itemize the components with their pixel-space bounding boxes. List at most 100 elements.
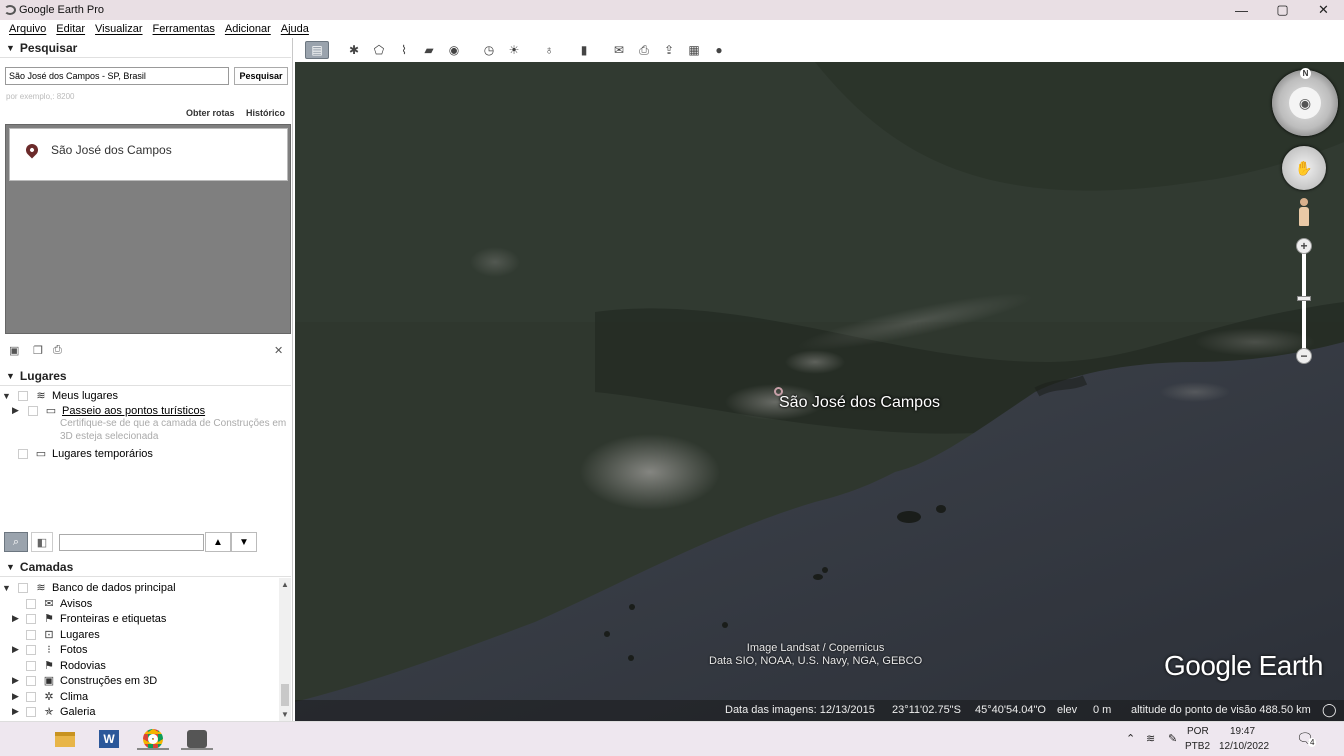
places-panel-header[interactable]: ▼ Lugares [0, 366, 291, 386]
email-icon[interactable]: ✉ [609, 41, 629, 59]
eye-icon[interactable]: ◉ [1289, 87, 1321, 119]
street-view-pegman-icon[interactable] [1298, 198, 1310, 226]
expand-arrow-icon[interactable]: ▶ [12, 613, 19, 624]
ruler-icon[interactable]: ▮ [574, 41, 594, 59]
search-input[interactable]: São José dos Campos - SP, Brasil [5, 67, 229, 85]
print-results-icon[interactable]: ⎙ [53, 344, 62, 357]
menu-arquivo[interactable]: Arquivo [9, 23, 46, 35]
google-earth-taskbar-icon[interactable] [181, 728, 213, 750]
checkbox[interactable] [26, 644, 36, 655]
polygon-icon[interactable]: ⬠ [369, 41, 389, 59]
add-folder-icon[interactable]: ▣ [9, 344, 19, 357]
tree-item-temporary[interactable]: ▭ Lugares temporários [2, 446, 153, 461]
checkbox[interactable] [26, 660, 36, 671]
panel-toggle-icon[interactable]: ◧ [31, 532, 53, 552]
clear-results-icon[interactable]: ✕ [274, 344, 283, 357]
checkbox[interactable] [26, 706, 36, 717]
checkbox[interactable] [26, 629, 36, 640]
zoom-thumb[interactable] [1297, 296, 1311, 301]
checkbox[interactable] [26, 675, 36, 686]
layer-gallery[interactable]: ▶ ✯ Galeria [12, 704, 95, 719]
sidebar-toggle-icon[interactable]: ▤ [305, 41, 329, 59]
checkbox[interactable] [18, 390, 28, 401]
expand-arrow-icon[interactable]: ▶ [12, 706, 19, 717]
search-button[interactable]: Pesquisar [234, 67, 288, 85]
view-in-maps-icon[interactable]: ▦ [684, 41, 704, 59]
record-tour-icon[interactable]: ◉ [444, 41, 464, 59]
expand-arrow-icon[interactable]: ▶ [12, 644, 19, 655]
copy-icon[interactable]: ❐ [33, 344, 43, 357]
language-top[interactable]: POR [1187, 726, 1209, 737]
path-icon[interactable]: ⌇ [394, 41, 414, 59]
search-result-item[interactable]: São José dos Campos [9, 128, 288, 181]
checkbox[interactable] [28, 405, 38, 416]
directions-link[interactable]: Obter rotas [186, 108, 235, 118]
layers-panel-header[interactable]: ▼ Camadas [0, 557, 291, 577]
tree-item-my-places[interactable]: ▼ ≋ Meus lugares [2, 388, 118, 403]
move-up-icon[interactable]: ▲ [205, 532, 231, 552]
save-image-icon[interactable]: ⇪ [659, 41, 679, 59]
planets-icon[interactable]: ♁ [539, 41, 559, 59]
layer-filter-input[interactable] [59, 534, 204, 551]
expand-arrow-icon[interactable]: ▶ [12, 691, 19, 702]
layer-places[interactable]: ⊡ Lugares [12, 627, 100, 642]
checkbox[interactable] [26, 613, 36, 624]
sun-icon[interactable]: ☀ [504, 41, 524, 59]
scroll-down-icon[interactable]: ▼ [281, 710, 289, 719]
layer-weather[interactable]: ▶ ✲ Clima [12, 689, 88, 704]
windows-start-icon[interactable] [9, 730, 29, 750]
layer-avisos[interactable]: ✉ Avisos [12, 596, 92, 611]
menu-visualizar[interactable]: Visualizar [95, 23, 143, 35]
search-panel-header[interactable]: ▼ Pesquisar [0, 38, 291, 58]
north-indicator[interactable]: N [1300, 68, 1311, 79]
look-compass-ring[interactable]: ◉ [1272, 70, 1338, 136]
minimize-button[interactable]: — [1221, 0, 1262, 20]
expand-arrow-icon[interactable]: ▼ [2, 583, 11, 593]
checkbox[interactable] [18, 448, 28, 459]
image-overlay-icon[interactable]: ▰ [419, 41, 439, 59]
wifi-icon[interactable]: ≋ [1146, 732, 1155, 745]
expand-arrow-icon[interactable]: ▼ [2, 391, 11, 401]
checkbox[interactable] [26, 598, 36, 609]
file-explorer-icon[interactable] [53, 728, 77, 750]
pen-icon[interactable]: ✎ [1168, 732, 1177, 745]
close-button[interactable]: ✕ [1303, 0, 1344, 20]
word-icon[interactable]: W [97, 728, 121, 750]
chrome-icon[interactable] [137, 728, 169, 750]
layer-borders[interactable]: ▶ ⚑ Fronteiras e etiquetas [12, 611, 166, 626]
sky-icon[interactable]: ● [709, 41, 729, 59]
language-bottom[interactable]: PTB2 [1185, 741, 1210, 752]
checkbox[interactable] [18, 582, 28, 593]
menu-ferramentas[interactable]: Ferramentas [153, 23, 215, 35]
pan-hand-icon[interactable]: ✋ [1282, 146, 1326, 190]
map-place-label[interactable]: São José dos Campos [779, 394, 940, 412]
clock-time[interactable]: 19:47 [1230, 726, 1255, 737]
menu-editar[interactable]: Editar [56, 23, 85, 35]
expand-arrow-icon[interactable]: ▶ [12, 675, 19, 686]
clock-date[interactable]: 12/10/2022 [1219, 741, 1269, 752]
scroll-thumb[interactable] [281, 684, 289, 706]
scroll-up-icon[interactable]: ▲ [281, 580, 289, 589]
checkbox[interactable] [26, 691, 36, 702]
chevron-up-icon[interactable]: ⌃ [1126, 732, 1135, 745]
layer-3d-buildings[interactable]: ▶ ▣ Construções em 3D [12, 673, 157, 688]
zoom-slider[interactable]: + − [1296, 238, 1312, 364]
search-layers-icon[interactable]: ⌕ [4, 532, 28, 552]
historical-imagery-icon[interactable]: ◷ [479, 41, 499, 59]
tree-item-label[interactable]: Passeio aos pontos turísticos [62, 405, 205, 417]
tree-item-primary-db[interactable]: ▼ ≋ Banco de dados principal [2, 580, 176, 595]
layer-photos[interactable]: ▶ ⁝ Fotos [12, 642, 88, 657]
print-icon[interactable]: ⎙ [634, 41, 654, 59]
zoom-in-icon[interactable]: + [1296, 238, 1312, 254]
move-down-icon[interactable]: ▼ [231, 532, 257, 552]
expand-arrow-icon[interactable]: ▶ [12, 405, 19, 416]
menu-adicionar[interactable]: Adicionar [225, 23, 271, 35]
layer-roads[interactable]: ⚑ Rodovias [12, 658, 106, 673]
placemark-icon[interactable]: ✱ [344, 41, 364, 59]
zoom-out-icon[interactable]: − [1296, 348, 1312, 364]
menu-ajuda[interactable]: Ajuda [281, 23, 309, 35]
maximize-button[interactable]: ▢ [1262, 0, 1303, 20]
history-link[interactable]: Histórico [246, 108, 285, 118]
layers-scrollbar[interactable]: ▲ ▼ [279, 578, 291, 721]
map-view[interactable]: São José dos Campos Image Landsat / Cope… [295, 62, 1344, 721]
